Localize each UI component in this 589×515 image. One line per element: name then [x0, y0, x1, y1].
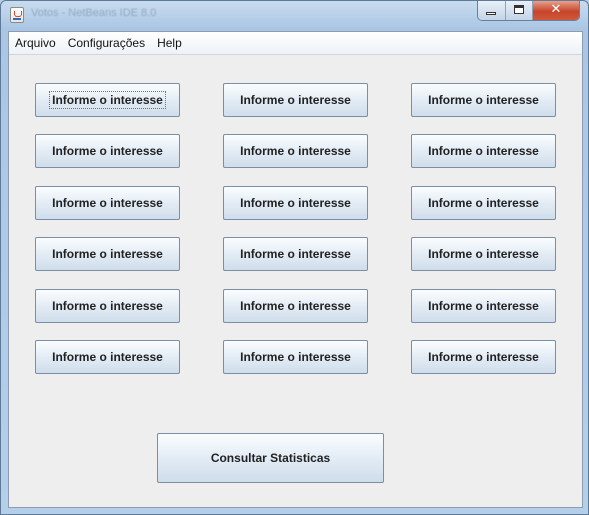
window-title: Votos - NetBeans IDE 8.0 [31, 7, 157, 19]
interest-button-label: Informe o interesse [52, 299, 163, 313]
interest-button-label: Informe o interesse [52, 350, 163, 364]
interest-button-r4-c1[interactable]: Informe o interesse [35, 237, 180, 271]
title-bar[interactable]: Votos - NetBeans IDE 8.0 ✕ [1, 1, 588, 31]
interest-button-label: Informe o interesse [428, 299, 539, 313]
interest-button-r6-c1[interactable]: Informe o interesse [35, 340, 180, 374]
consult-statistics-label: Consultar Statisticas [210, 451, 331, 465]
interest-button-r4-c2[interactable]: Informe o interesse [223, 237, 368, 271]
interest-button-r5-c1[interactable]: Informe o interesse [35, 289, 180, 323]
interest-button-r6-c2[interactable]: Informe o interesse [223, 340, 368, 374]
interest-button-label: Informe o interesse [428, 247, 539, 261]
close-button[interactable]: ✕ [532, 1, 579, 20]
maximize-button[interactable] [505, 1, 532, 20]
interest-button-label: Informe o interesse [240, 93, 351, 107]
interest-button-label: Informe o interesse [240, 247, 351, 261]
window-controls: ✕ [477, 1, 580, 21]
interest-button-label: Informe o interesse [240, 299, 351, 313]
interest-button-label: Informe o interesse [52, 196, 163, 210]
main-panel: Informe o interesse Informe o interesse … [9, 55, 582, 507]
minimize-button[interactable] [478, 1, 505, 20]
interest-button-label: Informe o interesse [240, 350, 351, 364]
interest-button-label: Informe o interesse [240, 144, 351, 158]
interest-button-r1-c3[interactable]: Informe o interesse [411, 83, 556, 117]
maximize-icon [514, 5, 524, 14]
interest-button-label: Informe o interesse [52, 247, 163, 261]
interest-button-r6-c3[interactable]: Informe o interesse [411, 340, 556, 374]
interest-button-label: Informe o interesse [428, 196, 539, 210]
interest-button-label: Informe o interesse [428, 144, 539, 158]
interest-button-label: Informe o interesse [428, 350, 539, 364]
interest-button-r2-c3[interactable]: Informe o interesse [411, 134, 556, 168]
menu-configuracoes[interactable]: Configurações [62, 32, 151, 54]
interest-button-r1-c2[interactable]: Informe o interesse [223, 83, 368, 117]
interest-button-r3-c2[interactable]: Informe o interesse [223, 186, 368, 220]
close-icon: ✕ [550, 2, 562, 17]
interest-button-label: Informe o interesse [49, 91, 166, 109]
menu-bar: Arquivo Configurações Help [9, 32, 582, 55]
window-client-area: Arquivo Configurações Help Informe o int… [8, 31, 583, 508]
menu-help[interactable]: Help [151, 32, 188, 54]
interest-button-r4-c3[interactable]: Informe o interesse [411, 237, 556, 271]
menu-arquivo[interactable]: Arquivo [9, 32, 62, 54]
interest-button-label: Informe o interesse [428, 93, 539, 107]
interest-button-r5-c3[interactable]: Informe o interesse [411, 289, 556, 323]
interest-button-label: Informe o interesse [52, 144, 163, 158]
interest-button-r1-c1[interactable]: Informe o interesse [35, 83, 180, 117]
interest-button-r2-c1[interactable]: Informe o interesse [35, 134, 180, 168]
java-app-icon [10, 7, 24, 23]
consult-statistics-button[interactable]: Consultar Statisticas [157, 433, 384, 483]
interest-button-r2-c2[interactable]: Informe o interesse [223, 134, 368, 168]
interest-button-r5-c2[interactable]: Informe o interesse [223, 289, 368, 323]
application-window: Votos - NetBeans IDE 8.0 ✕ Arquivo Confi… [0, 0, 589, 515]
minimize-icon [486, 12, 496, 15]
interest-button-label: Informe o interesse [240, 196, 351, 210]
interest-button-r3-c1[interactable]: Informe o interesse [35, 186, 180, 220]
interest-button-r3-c3[interactable]: Informe o interesse [411, 186, 556, 220]
